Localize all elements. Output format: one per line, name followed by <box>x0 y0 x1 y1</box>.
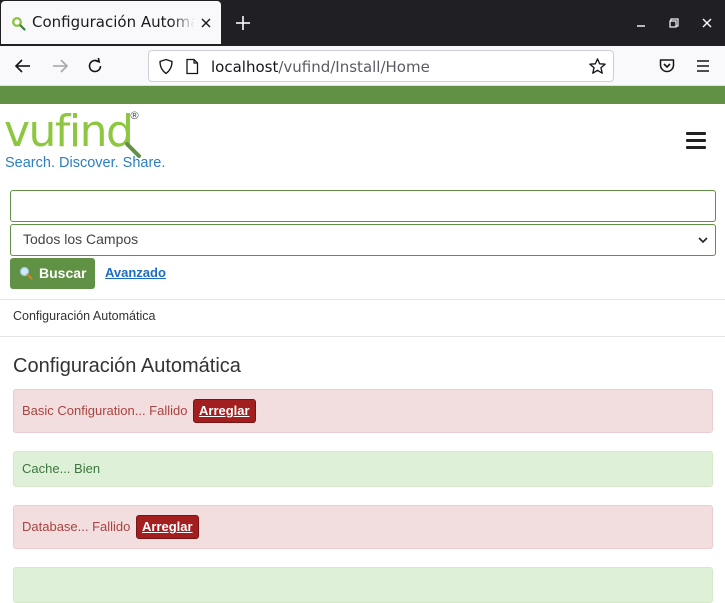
breadcrumb: Configuración Automática <box>13 309 156 323</box>
header-green-bar <box>0 86 725 104</box>
status-basic-configuration: Basic Configuration... Fallido Arreglar <box>13 389 713 433</box>
status-cache: Cache... Bien <box>13 451 713 487</box>
search-button[interactable]: Buscar <box>10 258 95 289</box>
url-text: localhost/vufind/Install/Home <box>211 58 430 76</box>
divider <box>0 299 725 300</box>
browser-tab-bar: Configuración Automática <box>0 0 725 46</box>
close-window-icon[interactable] <box>699 15 715 31</box>
search-icon <box>19 266 33 280</box>
page-info-icon[interactable] <box>185 58 199 75</box>
vufind-lens-icon <box>12 17 26 31</box>
chevron-down-icon <box>698 237 708 244</box>
search-type-select[interactable]: Todos los Campos <box>10 224 716 256</box>
status-database: Database... Fallido Arreglar <box>13 505 713 549</box>
search-input[interactable] <box>10 190 716 222</box>
bookmark-star-icon[interactable] <box>588 57 607 76</box>
logo-tagline: Search. Discover. Share. <box>5 155 166 171</box>
status-text: Database... Fallido <box>22 519 131 534</box>
app-menu-icon[interactable] <box>693 56 713 76</box>
hamburger-menu-icon[interactable] <box>686 132 706 150</box>
new-tab-icon[interactable] <box>233 13 253 33</box>
status-text: Cache... Bien <box>22 461 101 476</box>
restore-window-icon[interactable] <box>666 15 682 31</box>
tab-title: Configuración Automática <box>32 13 194 31</box>
search-type-selected: Todos los Campos <box>23 231 139 247</box>
advanced-search-link[interactable]: Avanzado <box>105 265 166 280</box>
browser-nav-bar: localhost/vufind/Install/Home <box>0 46 725 86</box>
magnifier-logo-icon <box>125 142 141 158</box>
vufind-logo[interactable]: vufind ® Search. Discover. Share. <box>4 108 184 172</box>
fix-database-button[interactable]: Arreglar <box>136 515 199 539</box>
url-host: localhost <box>211 58 279 76</box>
close-tab-icon[interactable] <box>198 15 214 31</box>
reload-icon[interactable] <box>85 56 105 76</box>
shield-icon[interactable] <box>158 58 174 75</box>
back-arrow-icon[interactable] <box>13 56 33 76</box>
fix-basic-configuration-button[interactable]: Arreglar <box>193 399 256 423</box>
pocket-icon[interactable] <box>657 56 677 76</box>
url-path: /vufind/Install/Home <box>278 58 430 76</box>
minimize-window-icon[interactable] <box>633 15 649 31</box>
status-text: Basic Configuration... Fallido <box>22 403 188 418</box>
forward-arrow-icon[interactable] <box>50 56 70 76</box>
tab-title-fade <box>171 9 195 37</box>
search-button-label: Buscar <box>39 265 87 281</box>
page-title: Configuración Automática <box>13 355 241 377</box>
divider <box>0 336 725 337</box>
address-bar[interactable]: localhost/vufind/Install/Home <box>148 50 614 82</box>
status-partial <box>13 567 713 603</box>
browser-tab[interactable]: Configuración Automática <box>1 1 221 44</box>
